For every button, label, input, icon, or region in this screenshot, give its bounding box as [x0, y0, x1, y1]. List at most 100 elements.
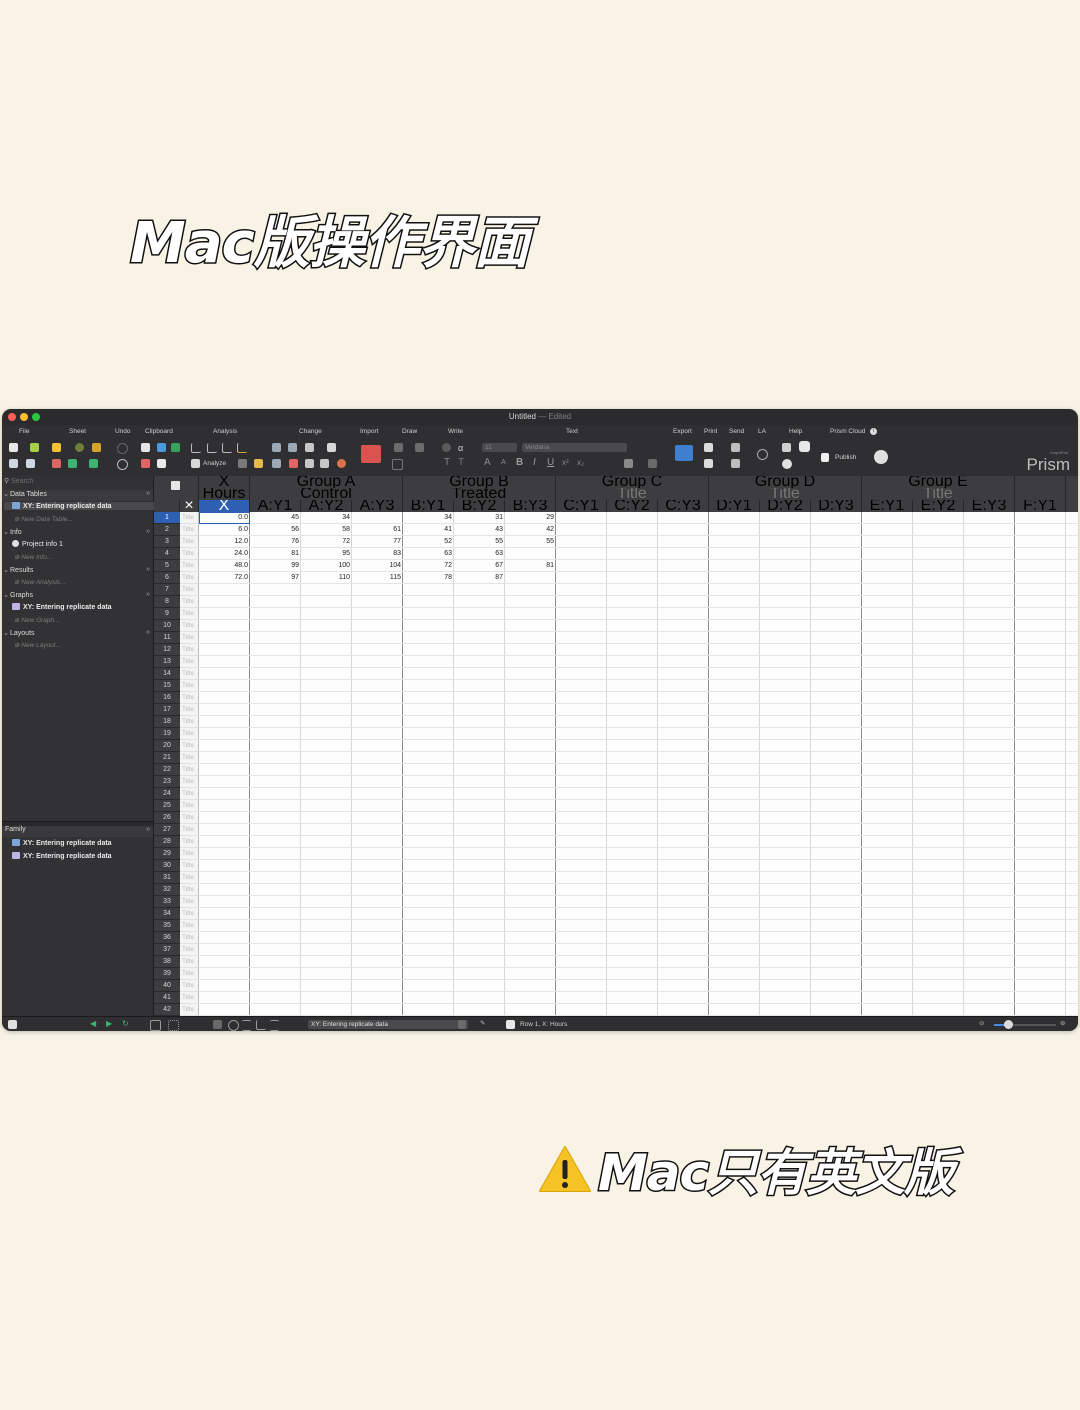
info-icon[interactable]: i — [870, 428, 877, 435]
sidebar-new-graph[interactable]: ⊕ New Graph... — [14, 616, 60, 624]
first-sheet-icon[interactable] — [8, 1020, 17, 1029]
expand-icon[interactable]: » — [146, 566, 150, 573]
y-value-cell[interactable]: 45 — [250, 512, 301, 524]
significant-digits-icon[interactable] — [320, 459, 329, 468]
y-value-cell[interactable]: 42 — [505, 524, 556, 536]
y-value-cell[interactable]: 76 — [250, 536, 301, 548]
row-number[interactable]: 34 — [154, 908, 180, 920]
clear-icon[interactable] — [141, 459, 150, 468]
subcolumn-header[interactable]: A:Y3 — [352, 500, 403, 512]
pen-icon[interactable]: ✎ — [480, 1019, 485, 1027]
y-value-cell[interactable]: 87 — [454, 572, 505, 584]
group-header[interactable]: Group B — [403, 476, 556, 488]
group-title[interactable]: Treated — [403, 488, 556, 500]
la-settings-icon[interactable] — [757, 449, 768, 460]
sidebar-search[interactable]: ⚲ Search — [4, 477, 150, 487]
subcolumn-header[interactable]: D:Y2 — [760, 500, 811, 512]
help-icon[interactable] — [782, 459, 792, 469]
line-graph-icon[interactable] — [207, 443, 217, 453]
new-file-icon[interactable] — [9, 443, 18, 452]
row-title[interactable]: Title — [180, 560, 199, 572]
la-icon[interactable] — [731, 459, 740, 468]
x-value-cell[interactable]: 12.0 — [199, 536, 250, 548]
row-number[interactable]: 3 — [154, 536, 180, 548]
sheet-view-icon[interactable] — [150, 1020, 161, 1031]
row-number[interactable]: 10 — [154, 620, 180, 632]
sidebar-item-graph[interactable]: XY: Entering replicate data — [12, 603, 112, 611]
group-title[interactable] — [1015, 488, 1066, 500]
y-value-cell[interactable]: 31 — [454, 512, 505, 524]
subscript-icon[interactable]: x₂ — [577, 458, 584, 467]
row-number[interactable]: 30 — [154, 860, 180, 872]
row-number[interactable]: 41 — [154, 992, 180, 1004]
highlighter-icon[interactable] — [52, 443, 61, 452]
row-title[interactable]: Title — [180, 932, 199, 944]
community-icon[interactable] — [799, 441, 810, 452]
sidebar-new-info[interactable]: ⊕ New Info... — [14, 553, 52, 561]
row-title[interactable]: Title — [180, 716, 199, 728]
row-title[interactable]: Title — [180, 884, 199, 896]
row-number[interactable]: 26 — [154, 812, 180, 824]
group-header[interactable]: Group D — [709, 476, 862, 488]
undo-icon[interactable] — [117, 459, 128, 470]
row-number[interactable]: 4 — [154, 548, 180, 560]
add-sheet-icon[interactable] — [68, 459, 77, 468]
row-title[interactable]: Title — [180, 872, 199, 884]
italic-icon[interactable]: I — [533, 457, 536, 468]
change-table-icon[interactable] — [272, 443, 281, 452]
sort-icon[interactable] — [305, 443, 314, 452]
sidebar-item-data-table[interactable]: XY: Entering replicate data — [4, 502, 158, 510]
sidebar-new-analysis[interactable]: ⊕ New Analysis... — [14, 578, 65, 586]
xy-graph-icon[interactable] — [191, 443, 201, 453]
row-title[interactable]: Title — [180, 668, 199, 680]
curve-graph-icon[interactable] — [222, 443, 232, 453]
save-icon[interactable] — [9, 459, 18, 468]
row-number[interactable]: 11 — [154, 632, 180, 644]
family-item-graph[interactable]: XY: Entering replicate data — [12, 852, 112, 860]
superscript-icon[interactable]: x² — [562, 458, 569, 467]
x-value-cell[interactable]: 6.0 — [199, 524, 250, 536]
row-number[interactable]: 24 — [154, 788, 180, 800]
y-value-cell[interactable]: 55 — [454, 536, 505, 548]
row-number[interactable]: 31 — [154, 872, 180, 884]
row-title[interactable]: Title — [180, 752, 199, 764]
bold-icon[interactable]: B — [516, 457, 523, 468]
row-title[interactable]: Title — [180, 956, 199, 968]
y-value-cell[interactable]: 115 — [352, 572, 403, 584]
delete-sheet-icon[interactable] — [52, 459, 61, 468]
row-number[interactable]: 12 — [154, 644, 180, 656]
subcolumn-header[interactable]: B:Y3 — [505, 500, 556, 512]
row-number[interactable]: 2 — [154, 524, 180, 536]
analysis-table-icon[interactable] — [238, 459, 247, 468]
zoom-in-icon[interactable]: ⊕ — [1060, 1019, 1065, 1027]
section-results[interactable]: ⌄Results» — [2, 566, 153, 577]
row-number[interactable]: 38 — [154, 956, 180, 968]
corner-cell[interactable] — [154, 476, 199, 500]
info-view-icon[interactable] — [228, 1020, 239, 1031]
save-as-icon[interactable] — [26, 459, 35, 468]
row-title[interactable]: Title — [180, 656, 199, 668]
font-bigger-icon[interactable]: A — [484, 457, 491, 468]
family-item-table[interactable]: XY: Entering replicate data — [12, 839, 112, 847]
section-info[interactable]: ⌄Info» — [2, 528, 153, 539]
row-title[interactable]: Title — [180, 788, 199, 800]
row-number[interactable]: 42 — [154, 1004, 180, 1016]
sidebar-new-layout[interactable]: ⊕ New Layout... — [14, 641, 61, 649]
row-number[interactable]: 40 — [154, 980, 180, 992]
x-column-header[interactable]: X — [199, 476, 250, 488]
group-header[interactable]: Group A — [250, 476, 403, 488]
row-title[interactable]: Title — [180, 512, 199, 524]
publish-doc-icon[interactable] — [821, 453, 829, 462]
row-title[interactable]: Title — [180, 980, 199, 992]
pin-icon[interactable] — [92, 443, 101, 452]
row-title[interactable]: Title — [180, 836, 199, 848]
number-format-icon[interactable] — [305, 459, 314, 468]
section-graphs[interactable]: ⌄Graphs» — [2, 591, 153, 602]
y-value-cell[interactable]: 78 — [403, 572, 454, 584]
row-number[interactable]: 25 — [154, 800, 180, 812]
draw-line-icon[interactable] — [394, 443, 403, 452]
row-number[interactable]: 14 — [154, 668, 180, 680]
row-number[interactable]: 8 — [154, 596, 180, 608]
row-number[interactable]: 22 — [154, 764, 180, 776]
group-title[interactable]: Title — [556, 488, 709, 500]
